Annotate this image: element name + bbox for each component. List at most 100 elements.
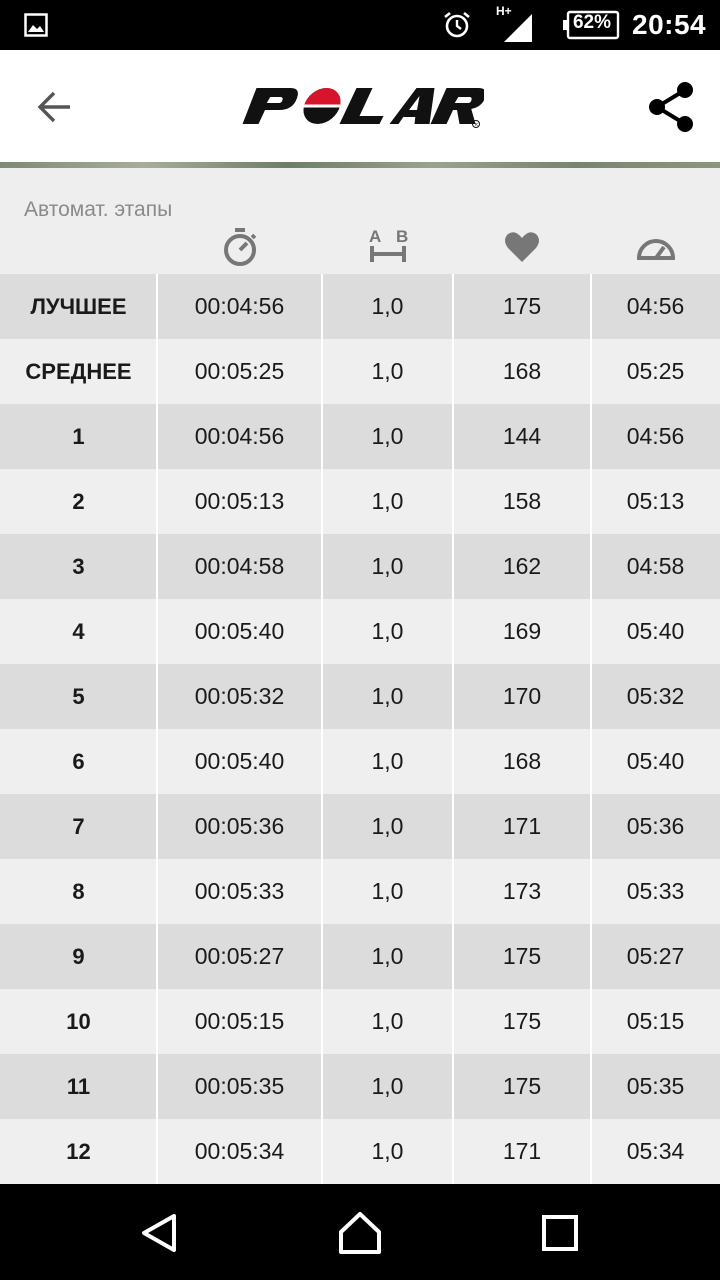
lap-heart-rate: 175 (502, 943, 542, 969)
back-arrow-icon[interactable] (30, 82, 80, 132)
table-row: 1 00:04:56 1,0 144 04:56 (0, 404, 720, 469)
lap-pace: 04:56 (626, 423, 685, 449)
lap-heart-rate: 175 (502, 1008, 542, 1034)
lap-time: 00:04:56 (194, 423, 285, 449)
table-row: 2 00:05:13 1,0 158 05:13 (0, 469, 720, 534)
lap-time: 00:05:35 (194, 1073, 285, 1099)
lap-label: 12 (66, 1138, 91, 1164)
lap-pace: 04:56 (626, 293, 685, 319)
lap-label: 4 (72, 618, 85, 644)
home-nav-icon[interactable] (335, 1208, 385, 1258)
table-row: 3 00:04:58 1,0 162 04:58 (0, 534, 720, 599)
lap-distance: 1,0 (371, 748, 404, 774)
distance-icon: A B (369, 227, 408, 262)
distance-label-a: A (369, 227, 381, 246)
column-header-time (157, 224, 322, 270)
lap-label: 9 (72, 943, 85, 969)
app-bar: R (0, 50, 720, 162)
lap-distance: 1,0 (371, 618, 404, 644)
heart-icon (505, 232, 539, 262)
lap-heart-rate: 170 (502, 683, 542, 709)
lap-heart-rate: 173 (502, 878, 542, 904)
battery-percent: 62% (572, 12, 612, 33)
status-bar: H+ 62% 20:54 (0, 0, 720, 50)
lap-label: 7 (72, 813, 85, 839)
lap-heart-rate: 144 (502, 423, 542, 449)
back-nav-icon[interactable] (134, 1208, 184, 1258)
lap-pace: 05:13 (626, 488, 685, 514)
lap-time: 00:05:33 (194, 878, 285, 904)
alarm-icon (444, 11, 470, 38)
table-row: 4 00:05:40 1,0 169 05:40 (0, 599, 720, 664)
lap-label: 2 (72, 488, 85, 514)
lap-heart-rate: 175 (502, 1073, 542, 1099)
lap-pace: 05:34 (626, 1138, 685, 1164)
lap-pace: 04:58 (626, 553, 685, 579)
lap-pace: 05:33 (626, 878, 685, 904)
lap-heart-rate: 168 (502, 358, 542, 384)
lap-distance: 1,0 (371, 1008, 404, 1034)
recents-nav-icon[interactable] (535, 1208, 585, 1258)
lap-heart-rate: 162 (502, 553, 542, 579)
table-row: 11 00:05:35 1,0 175 05:35 (0, 1054, 720, 1119)
lap-label: СРЕДНЕЕ (25, 358, 132, 384)
distance-label-b: B (396, 227, 408, 246)
lap-distance: 1,0 (371, 358, 404, 384)
column-divider (590, 274, 592, 1184)
lap-pace: 05:40 (626, 618, 685, 644)
lap-distance: 1,0 (371, 293, 404, 319)
polar-logo: R (242, 88, 484, 128)
signal-icon (504, 14, 532, 42)
table-row: 6 00:05:40 1,0 168 05:40 (0, 729, 720, 794)
lap-distance: 1,0 (371, 1073, 404, 1099)
table-row: 5 00:05:32 1,0 170 05:32 (0, 664, 720, 729)
column-divider (321, 274, 323, 1184)
image-notification-icon (24, 13, 48, 37)
lap-label: 3 (72, 553, 85, 579)
laps-table: ЛУЧШЕЕ 00:04:56 1,0 175 04:56 СРЕДНЕЕ 00:05:25… (0, 274, 720, 1184)
lap-pace: 05:27 (626, 943, 685, 969)
lap-label: 6 (72, 748, 85, 774)
section-title: Автомат. этапы (24, 198, 173, 221)
share-icon[interactable] (640, 76, 702, 138)
table-row: 7 00:05:36 1,0 171 05:36 (0, 794, 720, 859)
column-divider (156, 274, 158, 1184)
lap-pace: 05:35 (626, 1073, 685, 1099)
lap-time: 00:05:25 (194, 358, 285, 384)
lap-pace: 05:40 (626, 748, 685, 774)
lap-distance: 1,0 (371, 488, 404, 514)
lap-label: 1 (72, 423, 85, 449)
lap-time: 00:05:36 (194, 813, 285, 839)
lap-label: 11 (66, 1073, 91, 1099)
lap-label: 8 (72, 878, 85, 904)
lap-time: 00:05:27 (194, 943, 285, 969)
lap-distance: 1,0 (371, 943, 404, 969)
system-nav-bar (0, 1184, 720, 1280)
lap-heart-rate: 175 (502, 293, 542, 319)
lap-time: 00:05:32 (194, 683, 285, 709)
lap-pace: 05:15 (626, 1008, 685, 1034)
lap-distance: 1,0 (371, 878, 404, 904)
column-header-distance: A B (322, 224, 453, 270)
lap-time: 00:04:56 (194, 293, 285, 319)
lap-time: 00:05:40 (194, 618, 285, 644)
lap-label: ЛУЧШЕЕ (30, 293, 127, 319)
table-row: ЛУЧШЕЕ 00:04:56 1,0 175 04:56 (0, 274, 720, 339)
table-row: 12 00:05:34 1,0 171 05:34 (0, 1119, 720, 1184)
stopwatch-icon (223, 228, 256, 266)
lap-distance: 1,0 (371, 683, 404, 709)
column-divider (452, 274, 454, 1184)
lap-distance: 1,0 (371, 813, 404, 839)
table-row: 10 00:05:15 1,0 175 05:15 (0, 989, 720, 1054)
lap-label: 5 (72, 683, 85, 709)
lap-time: 00:05:34 (194, 1138, 285, 1164)
lap-distance: 1,0 (371, 553, 404, 579)
column-header-heart-rate (453, 224, 591, 270)
table-row: 9 00:05:27 1,0 175 05:27 (0, 924, 720, 989)
lap-time: 00:05:40 (194, 748, 285, 774)
lap-time: 00:05:15 (194, 1008, 285, 1034)
table-row: 8 00:05:33 1,0 173 05:33 (0, 859, 720, 924)
column-header-pace (591, 224, 720, 270)
laps-header: Автомат. этапы A B (0, 168, 720, 274)
lap-distance: 1,0 (371, 423, 404, 449)
